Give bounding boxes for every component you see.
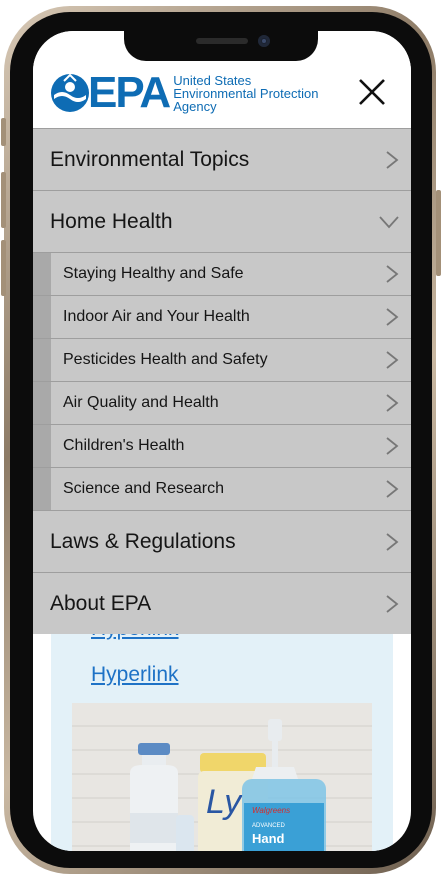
chevron-right-icon	[386, 480, 399, 498]
submenu-item-childrens-health[interactable]: Children's Health	[33, 424, 411, 467]
front-camera	[258, 35, 270, 47]
menu-item-laws-regulations[interactable]: Laws & Regulations	[33, 510, 411, 572]
submenu-item-air-quality[interactable]: Air Quality and Health	[33, 381, 411, 424]
close-icon[interactable]	[355, 75, 389, 109]
submenu-item-staying-healthy[interactable]: Staying Healthy and Safe	[33, 252, 411, 295]
chevron-right-icon	[386, 150, 399, 169]
agency-line-1: United States	[173, 72, 252, 88]
agency-line-3: Agency	[173, 98, 217, 114]
submenu-item-pesticides[interactable]: Pesticides Health and Safety	[33, 338, 411, 381]
submenu-item-science-research[interactable]: Science and Research	[33, 467, 411, 510]
epa-wordmark: EPA	[88, 68, 171, 117]
menu-item-label: Laws & Regulations	[50, 529, 236, 553]
phone-screen: Hyperlink Hyperlink Ly Walgreens ADVANCE…	[33, 31, 411, 851]
side-button	[1, 118, 6, 146]
hyperlink-2[interactable]: Hyperlink	[91, 663, 179, 687]
submenu-item-label: Indoor Air and Your Health	[63, 308, 250, 325]
chevron-down-icon	[379, 215, 399, 228]
nav-menu: Environmental Topics Home Health Staying…	[33, 128, 411, 634]
submenu-indent-bar	[33, 339, 51, 381]
menu-item-about-epa[interactable]: About EPA	[33, 572, 411, 634]
walgreens-label: Walgreens	[252, 806, 290, 815]
advanced-label: ADVANCED	[252, 823, 286, 829]
submenu-indent-bar	[33, 382, 51, 424]
cleaning-products-photo: Ly Walgreens ADVANCED Hand	[72, 703, 372, 851]
agency-line-2: Environmental Protection	[173, 85, 319, 101]
chevron-right-icon	[386, 437, 399, 455]
submenu-indent-bar	[33, 253, 51, 295]
submenu-item-label: Air Quality and Health	[63, 394, 219, 411]
chevron-right-icon	[386, 594, 399, 613]
submenu-item-label: Pesticides Health and Safety	[63, 351, 268, 368]
power-button	[436, 190, 441, 276]
submenu-item-indoor-air[interactable]: Indoor Air and Your Health	[33, 295, 411, 338]
submenu-item-label: Staying Healthy and Safe	[63, 265, 244, 282]
speaker-grille	[196, 38, 248, 44]
menu-item-label: Home Health	[50, 209, 173, 233]
chevron-right-icon	[386, 532, 399, 551]
chevron-right-icon	[386, 308, 399, 326]
chevron-right-icon	[386, 394, 399, 412]
menu-item-label: Environmental Topics	[50, 147, 250, 171]
svg-text:Ly: Ly	[206, 783, 243, 821]
menu-item-home-health[interactable]: Home Health	[33, 190, 411, 252]
volume-up-button	[1, 172, 6, 228]
volume-down-button	[1, 240, 6, 296]
menu-item-label: About EPA	[50, 591, 152, 615]
submenu-indent-bar	[33, 425, 51, 467]
menu-item-environmental-topics[interactable]: Environmental Topics	[33, 128, 411, 190]
submenu-item-label: Science and Research	[63, 480, 224, 497]
phone-notch	[124, 31, 318, 61]
epa-logo[interactable]: EPA United States Environmental Protecti…	[50, 68, 318, 117]
chevron-right-icon	[386, 265, 399, 283]
agency-name: United States Environmental Protection A…	[173, 74, 318, 113]
epa-seal-icon	[51, 73, 89, 112]
submenu-indent-bar	[33, 296, 51, 338]
submenu-item-label: Children's Health	[63, 437, 185, 454]
chevron-right-icon	[386, 351, 399, 369]
hand-label: Hand	[252, 831, 285, 846]
submenu-indent-bar	[33, 468, 51, 510]
